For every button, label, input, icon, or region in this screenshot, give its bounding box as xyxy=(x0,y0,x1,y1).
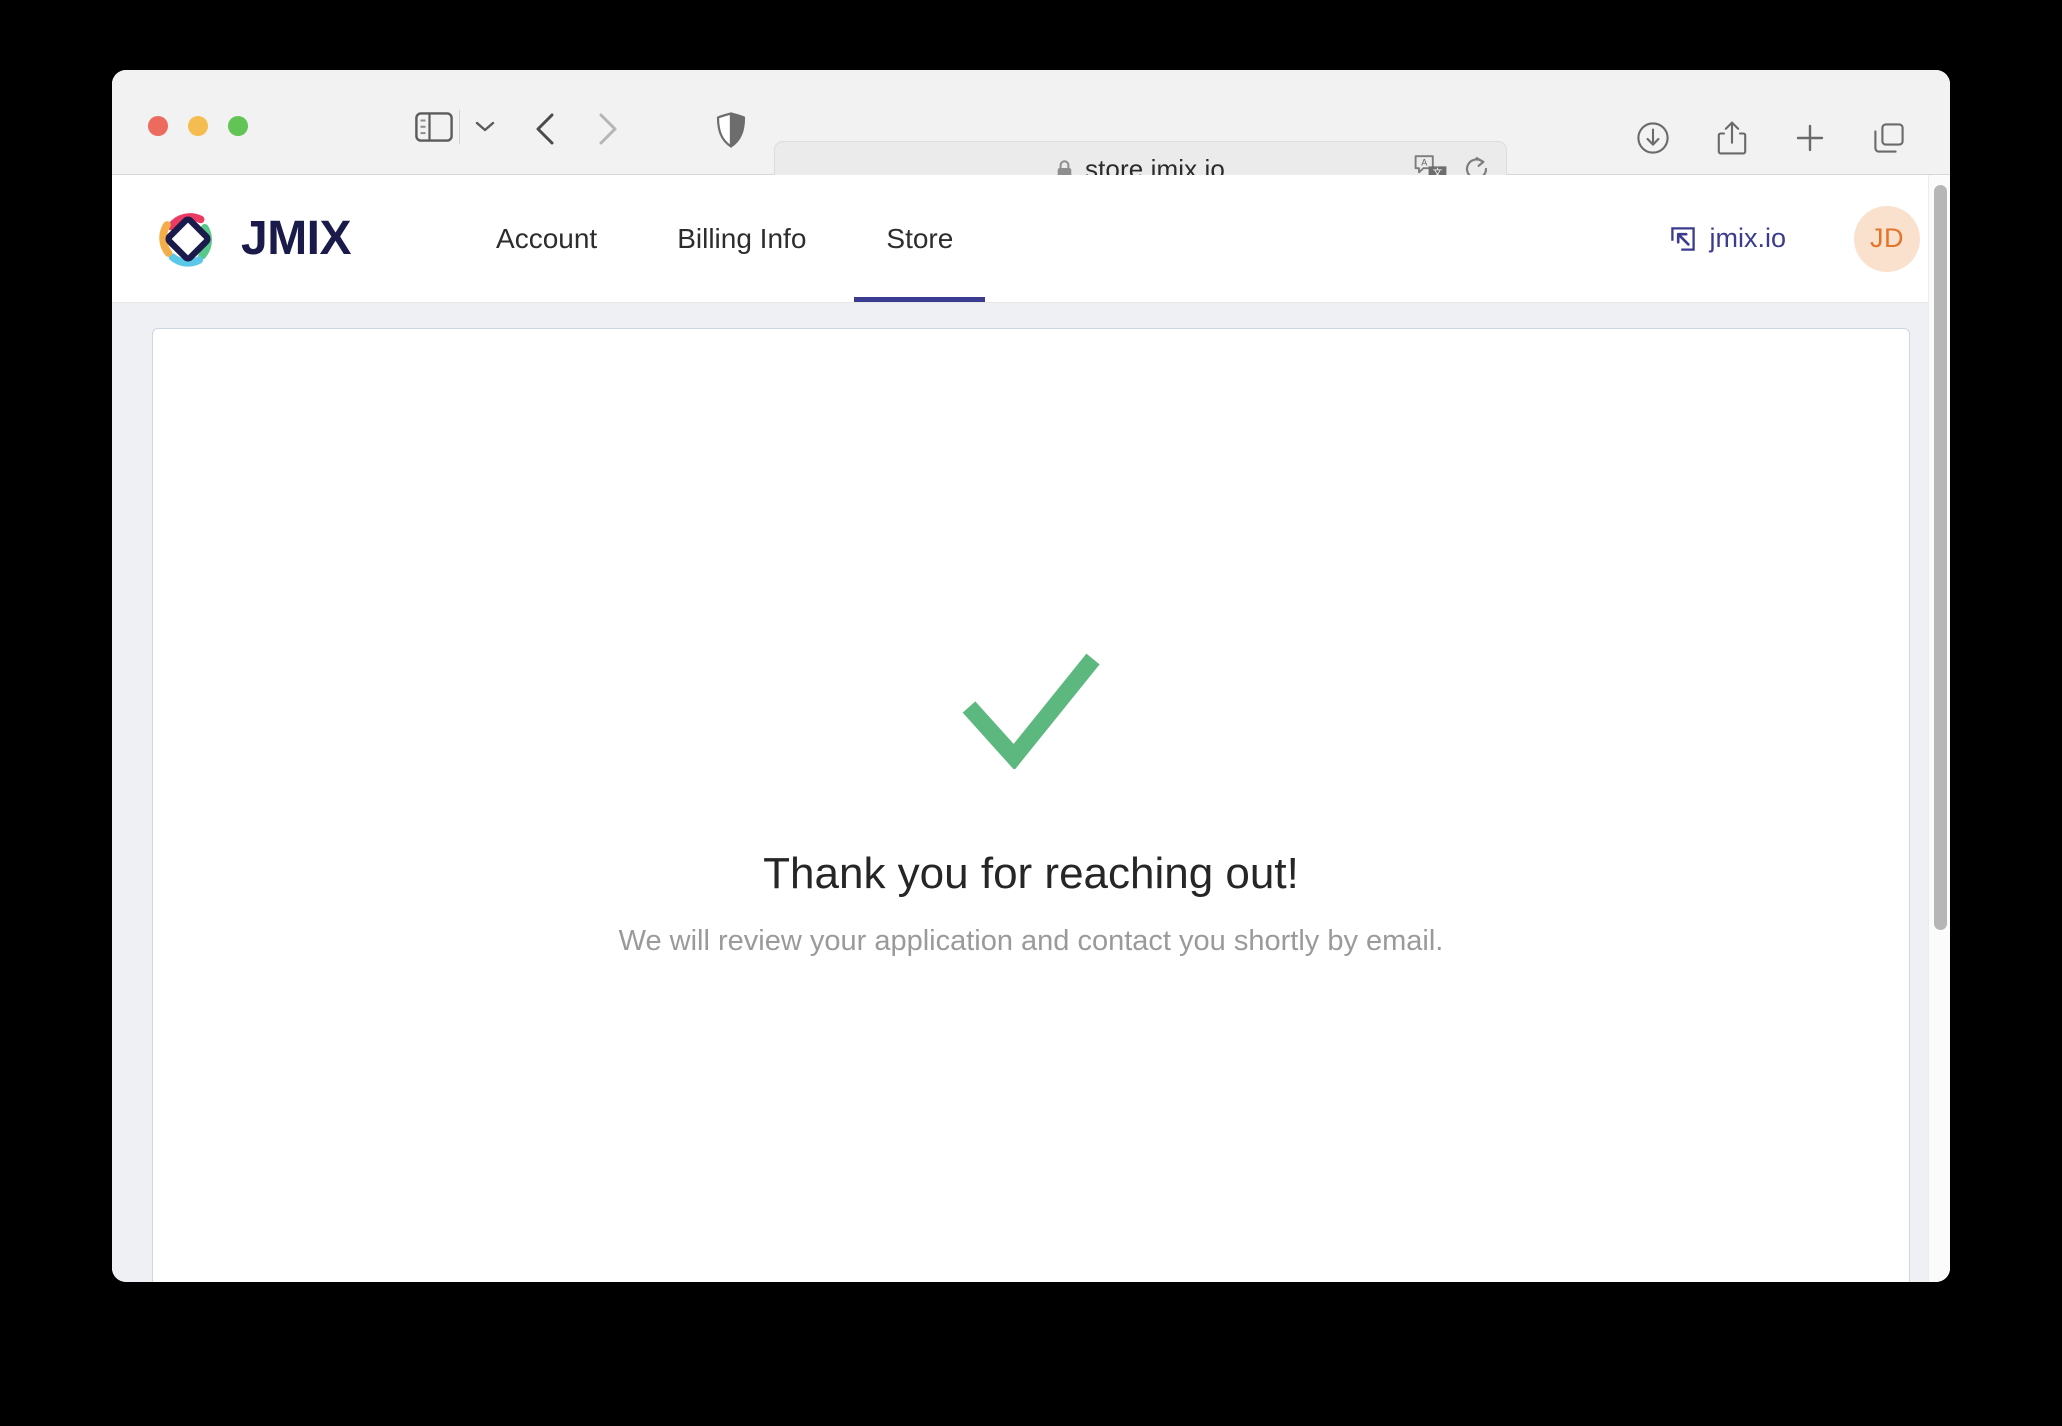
external-link-icon xyxy=(1670,226,1696,252)
back-arrow-icon[interactable] xyxy=(529,110,563,148)
minimize-window-button[interactable] xyxy=(188,116,208,136)
window-traffic-lights xyxy=(148,116,248,136)
success-subtitle: We will review your application and cont… xyxy=(618,925,1444,957)
avatar-initials: JD xyxy=(1870,223,1904,253)
zoom-window-button[interactable] xyxy=(228,116,248,136)
page-viewport: JMIX Account Billing Info Store jmix.io … xyxy=(112,175,1950,1282)
forward-arrow-icon xyxy=(590,110,624,148)
nav-tab-account[interactable]: Account xyxy=(456,175,637,302)
new-tab-icon[interactable] xyxy=(1794,122,1826,159)
main-nav: Account Billing Info Store xyxy=(456,175,993,302)
green-checkmark-icon xyxy=(956,649,1106,771)
sidebar-icon[interactable] xyxy=(415,112,453,142)
external-site-link[interactable]: jmix.io xyxy=(1670,223,1786,254)
nav-tab-store[interactable]: Store xyxy=(846,175,993,302)
privacy-shield-icon[interactable] xyxy=(716,112,746,148)
brand-logo-link[interactable]: JMIX xyxy=(153,204,352,274)
avatar[interactable]: JD xyxy=(1854,205,1920,272)
success-title: Thank you for reaching out! xyxy=(763,849,1299,898)
header-right: jmix.io JD xyxy=(1670,205,1920,272)
toolbar-divider xyxy=(459,110,460,144)
external-site-label: jmix.io xyxy=(1709,223,1786,253)
jmix-wordmark: JMIX xyxy=(241,211,352,265)
close-window-button[interactable] xyxy=(148,116,168,136)
downloads-icon[interactable] xyxy=(1636,121,1670,160)
page-scrollbar-thumb[interactable] xyxy=(1934,185,1947,930)
browser-window: store.jmix.io A 文 JMIX Account Billing I… xyxy=(112,70,1950,1282)
success-message-block: Thank you for reaching out! We will revi… xyxy=(153,649,1909,958)
jmix-diamond-logo-icon xyxy=(153,204,223,274)
toolbar-right-actions xyxy=(1636,120,1906,161)
page-scrollbar[interactable] xyxy=(1928,175,1950,1282)
tab-overview-icon[interactable] xyxy=(1872,121,1906,160)
site-header: JMIX Account Billing Info Store jmix.io … xyxy=(112,175,1950,303)
browser-toolbar: store.jmix.io A 文 xyxy=(112,70,1950,197)
chevron-down-icon[interactable] xyxy=(474,118,496,134)
nav-tab-billing-info[interactable]: Billing Info xyxy=(637,175,846,302)
share-icon[interactable] xyxy=(1716,120,1748,161)
content-area: Thank you for reaching out! We will revi… xyxy=(112,303,1950,1282)
content-card: Thank you for reaching out! We will revi… xyxy=(152,328,1910,1282)
svg-text:A: A xyxy=(1421,158,1427,168)
